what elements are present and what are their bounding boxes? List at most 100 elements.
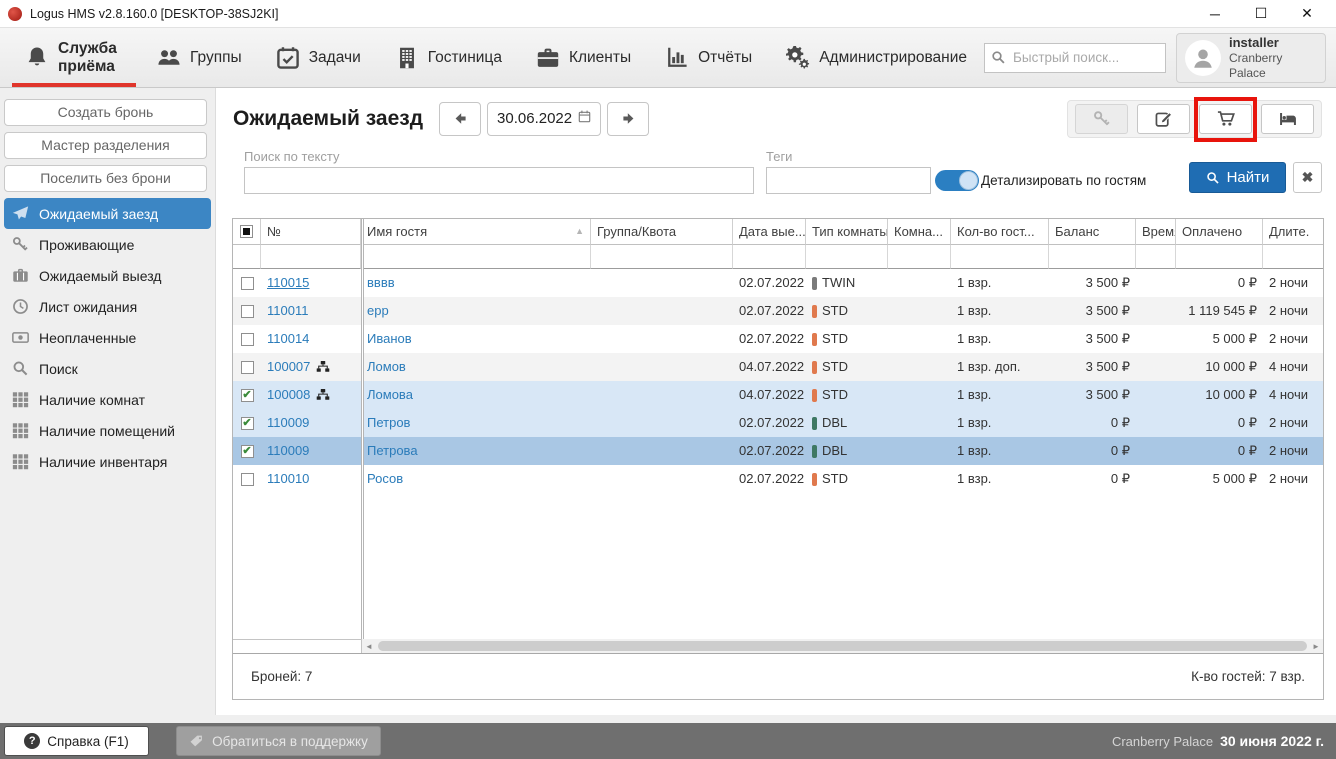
select-all-checkbox-cell[interactable] xyxy=(233,219,261,245)
scrollbar-thumb[interactable] xyxy=(378,641,1307,651)
nav-tab[interactable]: Гостиница xyxy=(378,28,519,87)
sidebar-item[interactable]: Наличие комнат xyxy=(4,384,211,415)
booking-number-link[interactable]: 110010 xyxy=(267,465,309,493)
text-search-input[interactable] xyxy=(244,167,754,194)
sidebar-item[interactable]: Лист ожидания xyxy=(4,291,211,322)
table-row[interactable]: 100007Ломов04.07.2022STD1 взр. доп.3 500… xyxy=(233,353,1324,381)
column-header[interactable]: Имя гостя▲ xyxy=(361,219,591,245)
guest-name-link[interactable]: Ломова xyxy=(367,387,413,402)
row-checkbox[interactable] xyxy=(241,333,254,346)
booking-number-link[interactable]: 110011 xyxy=(267,297,308,325)
table-row[interactable]: ✔100008Ломова04.07.2022STD1 взр.3 500 ₽1… xyxy=(233,381,1324,409)
column-filter-cell[interactable] xyxy=(888,245,951,269)
table-row[interactable]: 110014Иванов02.07.2022STD1 взр.3 500 ₽5 … xyxy=(233,325,1324,353)
sidebar-item[interactable]: Неоплаченные xyxy=(4,322,211,353)
booking-number-link[interactable]: 110015 xyxy=(267,269,309,297)
guest-name-link[interactable]: Петрова xyxy=(367,443,418,458)
booking-number-link[interactable]: 110014 xyxy=(267,325,309,353)
booking-number-link[interactable]: 100007 xyxy=(267,353,310,381)
sidebar-action-button[interactable]: Поселить без брони xyxy=(4,165,207,192)
booking-number-link[interactable]: 110009 xyxy=(267,409,309,437)
detail-by-guests-toggle[interactable] xyxy=(935,170,979,191)
table-row[interactable]: 110011ерр02.07.2022STD1 взр.3 500 ₽1 119… xyxy=(233,297,1324,325)
column-header[interactable]: Кол-во гост... xyxy=(951,219,1049,245)
row-checkbox[interactable]: ✔ xyxy=(241,389,254,402)
column-header[interactable]: Тип комнаты xyxy=(806,219,888,245)
column-header[interactable]: № xyxy=(261,219,361,245)
guest-name-link[interactable]: Росов xyxy=(367,471,403,486)
column-header[interactable]: Баланс xyxy=(1049,219,1136,245)
column-filter-cell[interactable] xyxy=(1263,245,1324,269)
prev-date-button[interactable] xyxy=(439,102,481,136)
minimize-button[interactable]: ─ xyxy=(1192,1,1238,27)
booking-number-link[interactable]: 110009 xyxy=(267,437,309,465)
column-header[interactable]: Комна... xyxy=(888,219,951,245)
column-filter-cell[interactable] xyxy=(806,245,888,269)
nav-tab[interactable]: Клиенты xyxy=(519,28,648,87)
find-button[interactable]: Найти xyxy=(1189,162,1286,193)
support-button[interactable]: Обратиться в поддержку xyxy=(176,726,381,756)
row-checkbox[interactable] xyxy=(241,473,254,486)
sidebar-item[interactable]: Наличие инвентаря xyxy=(4,446,211,477)
sidebar-item[interactable]: Ожидаемый выезд xyxy=(4,260,211,291)
column-filter-cell[interactable] xyxy=(733,245,806,269)
bed-button[interactable] xyxy=(1261,104,1314,134)
next-date-button[interactable] xyxy=(607,102,649,136)
guest-name-link[interactable]: Петров xyxy=(367,415,410,430)
sidebar-item[interactable]: Ожидаемый заезд xyxy=(4,198,211,229)
guest-name-link[interactable]: ерр xyxy=(367,303,389,318)
guest-name-link[interactable]: вввв xyxy=(367,275,395,290)
column-header[interactable]: Группа/Квота xyxy=(591,219,733,245)
close-button[interactable]: ✕ xyxy=(1284,1,1330,27)
maximize-button[interactable]: ☐ xyxy=(1238,1,1284,27)
nav-tab[interactable]: Задачи xyxy=(259,28,378,87)
column-filter-cell[interactable] xyxy=(261,245,361,269)
row-checkbox[interactable] xyxy=(241,361,254,374)
sidebar-item[interactable]: Поиск xyxy=(4,353,211,384)
column-filter-cell[interactable] xyxy=(1136,245,1176,269)
guest-name-link[interactable]: Иванов xyxy=(367,331,412,346)
scroll-right-arrow[interactable]: ► xyxy=(1309,639,1323,653)
column-filter-cell[interactable] xyxy=(951,245,1049,269)
column-filter-cell[interactable] xyxy=(1049,245,1136,269)
booking-number-link[interactable]: 100008 xyxy=(267,381,310,409)
sidebar-action-button[interactable]: Создать бронь xyxy=(4,99,207,126)
column-header[interactable]: Длите. xyxy=(1263,219,1324,245)
date-input[interactable]: 30.06.2022 xyxy=(487,102,601,136)
nav-tab[interactable]: Администрирование xyxy=(769,28,984,87)
row-checkbox[interactable] xyxy=(241,305,254,318)
column-header[interactable]: Дата вые... xyxy=(733,219,806,245)
select-all-checkbox[interactable] xyxy=(240,225,253,238)
column-header[interactable]: Время... xyxy=(1136,219,1176,245)
horizontal-scrollbar[interactable]: ◄ ► xyxy=(362,639,1323,653)
sidebar-item[interactable]: Наличие помещений xyxy=(4,415,211,446)
table-row[interactable]: 110015вввв02.07.2022TWIN1 взр.3 500 ₽0 ₽… xyxy=(233,269,1324,297)
scroll-left-arrow[interactable]: ◄ xyxy=(362,639,376,653)
column-filter-cell[interactable] xyxy=(1176,245,1263,269)
nav-tab[interactable]: Группы xyxy=(140,28,259,87)
column-header[interactable]: Оплачено xyxy=(1176,219,1263,245)
table-row[interactable]: ✔110009Петрова02.07.2022DBL1 взр.0 ₽0 ₽2… xyxy=(233,437,1324,465)
column-filter-cell[interactable] xyxy=(233,245,261,269)
sidebar-action-button[interactable]: Мастер разделения xyxy=(4,132,207,159)
row-checkbox[interactable]: ✔ xyxy=(241,445,254,458)
user-card[interactable]: installer Cranberry Palace xyxy=(1176,33,1326,83)
column-filter-cell[interactable] xyxy=(361,245,591,269)
nav-tab[interactable]: Отчёты xyxy=(648,28,769,87)
nav-tab[interactable]: Служба приёма xyxy=(8,28,140,87)
table-row[interactable]: 110010Росов02.07.2022STD1 взр.0 ₽5 000 ₽… xyxy=(233,465,1324,493)
row-checkbox[interactable] xyxy=(241,277,254,290)
sidebar-item[interactable]: Проживающие xyxy=(4,229,211,260)
cart-button[interactable] xyxy=(1199,104,1252,134)
help-button[interactable]: ? Справка (F1) xyxy=(4,726,149,756)
clear-filters-button[interactable]: ✖ xyxy=(1293,162,1322,193)
tags-input[interactable] xyxy=(766,167,931,194)
duration-cell: 4 ночи xyxy=(1263,381,1324,409)
quick-search-input[interactable] xyxy=(984,43,1166,73)
row-checkbox[interactable]: ✔ xyxy=(241,417,254,430)
guest-name-link[interactable]: Ломов xyxy=(367,359,406,374)
edit-button[interactable] xyxy=(1137,104,1190,134)
column-filter-cell[interactable] xyxy=(591,245,733,269)
status-property: Cranberry Palace xyxy=(1112,734,1213,749)
table-row[interactable]: ✔110009Петров02.07.2022DBL1 взр.0 ₽0 ₽2 … xyxy=(233,409,1324,437)
